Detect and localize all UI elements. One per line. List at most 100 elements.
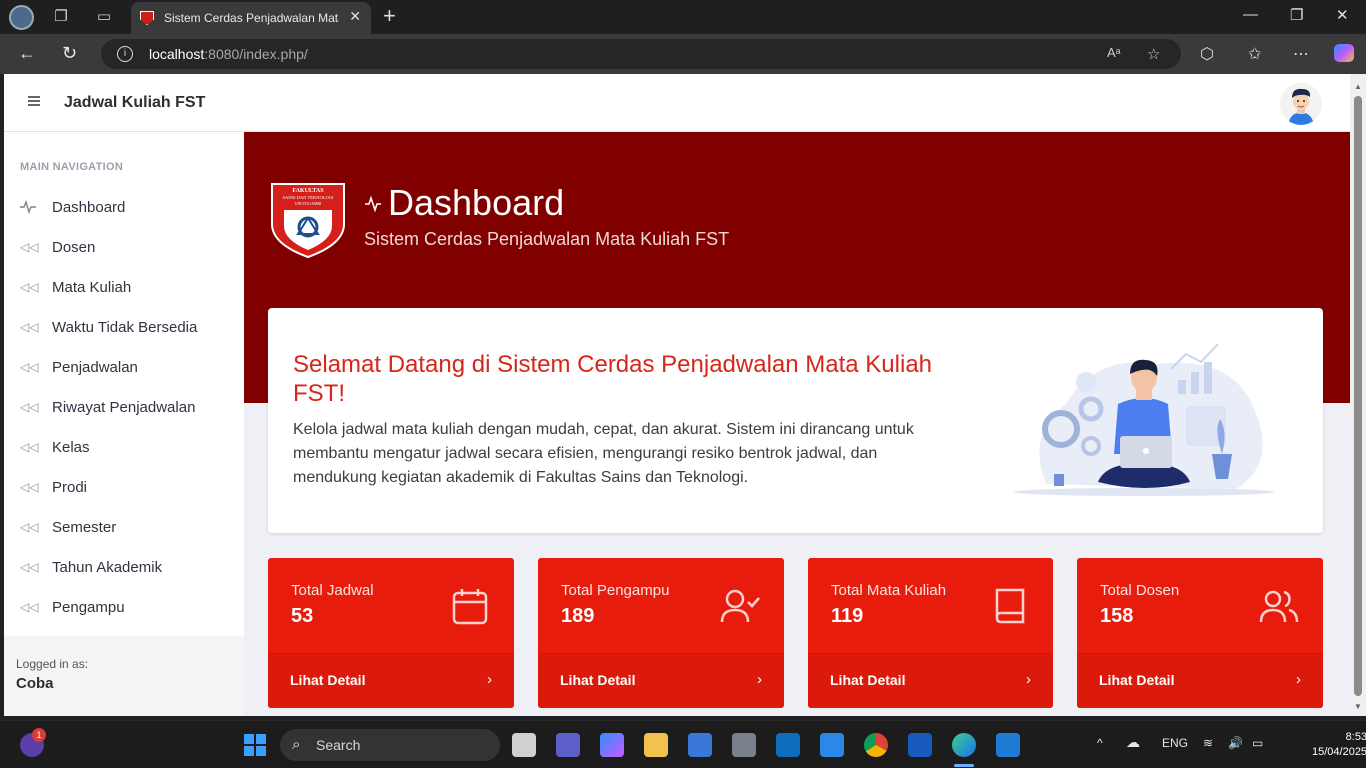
volume-icon[interactable]: 🔊 (1228, 736, 1243, 750)
stat-label: Total Pengampu (561, 582, 670, 599)
double-chevron-left-icon: ◁◁ (20, 360, 39, 374)
search-placeholder: Search (316, 737, 361, 753)
browser-profile-avatar[interactable] (9, 5, 34, 30)
vscode-icon[interactable] (996, 733, 1020, 757)
sidebar-item-label: Mata Kuliah (52, 279, 132, 296)
sidebar-item-mata-kuliah[interactable]: ◁◁ Mata Kuliah (4, 268, 244, 308)
back-icon[interactable]: ← (18, 43, 36, 63)
edge-icon[interactable] (952, 733, 976, 757)
word-icon[interactable] (908, 733, 932, 757)
view-detail-link[interactable]: Lihat Detail › (538, 653, 784, 708)
hamburger-menu-icon[interactable] (28, 96, 40, 108)
copilot-taskbar-icon[interactable] (600, 733, 624, 757)
clock-date: 15/04/2025 (1312, 746, 1366, 758)
scrollbar-thumb[interactable] (1354, 96, 1362, 696)
url-text[interactable]: localhost:8080/index.php/ (149, 46, 308, 62)
stat-value: 158 (1100, 605, 1134, 627)
sidebar-item-penjadwalan[interactable]: ◁◁ Penjadwalan (4, 348, 244, 388)
stat-card-mata-kuliah: Total Mata Kuliah 119 Lihat Detail › (808, 558, 1053, 708)
onedrive-cloud-icon[interactable]: ☁ (1126, 734, 1140, 751)
double-chevron-left-icon: ◁◁ (20, 240, 39, 254)
restore-icon[interactable]: ❐ (1290, 6, 1303, 24)
favorite-star-icon[interactable]: ☆ (1147, 45, 1160, 63)
extensions-icon[interactable]: ⬡ (1200, 44, 1214, 64)
app-brand[interactable]: Jadwal Kuliah FST (64, 94, 205, 112)
todo-icon[interactable] (820, 733, 844, 757)
settings-more-icon[interactable]: ⋯ (1293, 44, 1309, 64)
site-info-icon[interactable]: i (117, 46, 133, 62)
scroll-down-icon[interactable]: ▼ (1354, 702, 1362, 711)
reload-icon[interactable]: ↻ (62, 43, 77, 63)
workspaces-icon[interactable]: ❐ (52, 8, 70, 26)
view-detail-label: Lihat Detail (560, 672, 636, 688)
sidebar-item-tahun-akademik[interactable]: ◁◁ Tahun Akademik (4, 548, 244, 588)
web-page: Jadwal Kuliah FST MAIN NAVIGATION Dashbo… (4, 74, 1350, 716)
sidebar-item-waktu-tidak-bersedia[interactable]: ◁◁ Waktu Tidak Bersedia (4, 308, 244, 348)
read-aloud-icon[interactable]: Aᵃ (1107, 45, 1121, 60)
address-bar[interactable]: i localhost:8080/index.php/ Aᵃ ☆ (101, 39, 1181, 69)
teams-icon[interactable] (556, 733, 580, 757)
notification-badge: 1 (32, 728, 46, 742)
browser-tab-active[interactable]: Sistem Cerdas Penjadwalan Mata ✕ (131, 2, 371, 34)
language-indicator[interactable]: ENG (1162, 736, 1188, 750)
active-app-indicator (954, 764, 974, 767)
stat-label: Total Mata Kuliah (831, 582, 947, 599)
welcome-text: Kelola jadwal mata kuliah dengan mudah, … (293, 421, 914, 486)
view-detail-link[interactable]: Lihat Detail › (808, 653, 1053, 708)
vertical-tabs-icon[interactable]: ▭ (95, 8, 113, 26)
sidebar-item-semester[interactable]: ◁◁ Semester (4, 508, 244, 548)
close-tab-icon[interactable]: ✕ (349, 8, 361, 25)
view-detail-label: Lihat Detail (830, 672, 906, 688)
wifi-icon[interactable]: ≋ (1203, 736, 1213, 750)
user-avatar[interactable] (1280, 83, 1322, 125)
sidebar-item-label: Pengampu (52, 599, 125, 616)
minimize-icon[interactable]: — (1243, 6, 1258, 23)
double-chevron-left-icon: ◁◁ (20, 440, 39, 454)
logo-text-faculty: FAKULTAS (292, 188, 324, 194)
student-laptop-illustration (1014, 343, 1274, 496)
chevron-right-icon: › (487, 671, 492, 688)
battery-icon[interactable]: ▭ (1252, 736, 1263, 750)
view-detail-label: Lihat Detail (1099, 672, 1175, 688)
sidebar-item-kelas[interactable]: ◁◁ Kelas (4, 428, 244, 468)
stat-card-jadwal: Total Jadwal 53 Lihat Detail › (268, 558, 514, 708)
dashboard-activity-icon (365, 195, 381, 213)
top-navbar: Jadwal Kuliah FST (4, 74, 1350, 132)
camera-icon[interactable] (732, 733, 756, 757)
logged-in-label: Logged in as: (16, 657, 89, 671)
url-host: localhost (149, 46, 205, 62)
sidebar-item-pengampu[interactable]: ◁◁ Pengampu (4, 588, 244, 628)
sidebar-item-dosen[interactable]: ◁◁ Dosen (4, 228, 244, 268)
sidebar-item-dashboard[interactable]: Dashboard (4, 188, 244, 228)
view-detail-link[interactable]: Lihat Detail › (268, 653, 514, 708)
show-hidden-icons-icon[interactable]: ^ (1097, 736, 1103, 750)
windows-start-icon[interactable] (243, 733, 267, 757)
sidebar-item-prodi[interactable]: ◁◁ Prodi (4, 468, 244, 508)
file-explorer-icon[interactable] (644, 733, 668, 757)
chevron-right-icon: › (1026, 671, 1031, 688)
outlook-icon[interactable] (776, 733, 800, 757)
double-chevron-left-icon: ◁◁ (20, 480, 39, 494)
view-detail-link[interactable]: Lihat Detail › (1077, 653, 1323, 708)
calendar-icon (452, 589, 488, 625)
stat-value: 189 (561, 605, 595, 627)
page-scrollbar[interactable]: ▲ ▼ (1350, 74, 1366, 716)
stat-card-dosen: Total Dosen 158 Lihat Detail › (1077, 558, 1323, 708)
microsoft-store-icon[interactable] (688, 733, 712, 757)
double-chevron-left-icon: ◁◁ (20, 560, 39, 574)
sidebar-item-riwayat-penjadwalan[interactable]: ◁◁ Riwayat Penjadwalan (4, 388, 244, 428)
copilot-icon[interactable] (1334, 44, 1354, 62)
favorites-icon[interactable]: ✩ (1248, 44, 1261, 64)
task-view-icon[interactable] (512, 733, 536, 757)
search-icon: ⌕ (292, 736, 301, 753)
chrome-icon[interactable] (864, 733, 888, 757)
system-clock[interactable]: 8:53 15/04/2025 (1312, 730, 1366, 760)
faculty-logo: FAKULTAS SAINS DAN TEKNOLOGI UIN STS JAM… (271, 183, 345, 258)
new-tab-icon[interactable]: + (383, 5, 396, 27)
window-close-icon[interactable]: ✕ (1336, 6, 1349, 24)
taskbar-search[interactable]: ⌕ Search (280, 729, 500, 761)
windows-taskbar: 1 ⌕ Search ^ ☁ ENG ≋ 🔊 ▭ 8:53 15/04/2025 (0, 720, 1366, 768)
browser-tab-bar: ❐ ▭ Sistem Cerdas Penjadwalan Mata ✕ + —… (0, 0, 1366, 34)
scroll-up-icon[interactable]: ▲ (1354, 82, 1362, 91)
clock-time: 8:53 (1345, 731, 1366, 743)
